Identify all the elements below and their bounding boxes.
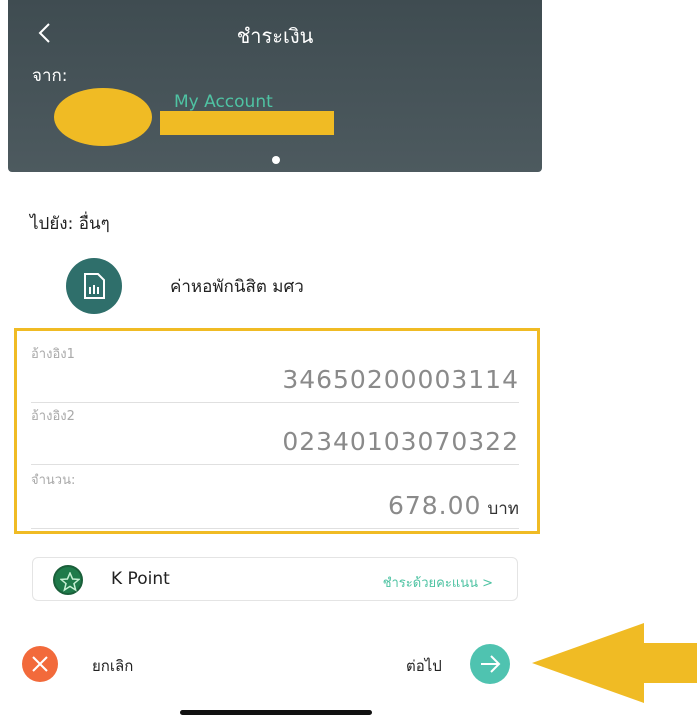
amount-value-group: 678.00 บาท	[388, 491, 519, 522]
annotation-arrow-icon	[532, 623, 697, 703]
kpoint-card[interactable]: K Point ชำระด้วยคะแนน >	[32, 557, 518, 601]
payment-details-box: อ้างอิง1 34650200003114 อ้างอิง2 0234010…	[14, 328, 540, 534]
ref1-value: 34650200003114	[282, 365, 519, 394]
account-avatar	[54, 88, 152, 146]
from-label: จาก:	[32, 66, 68, 86]
ref2-field[interactable]: อ้างอิง2 02340103070322	[31, 405, 519, 465]
amount-label: จำนวน:	[31, 473, 76, 488]
home-indicator	[180, 710, 372, 715]
page-title: ชำระเงิน	[236, 24, 314, 48]
page-indicator-dot	[272, 156, 280, 164]
star-icon	[53, 565, 83, 595]
account-number-redaction	[160, 111, 334, 135]
pay-with-points-link[interactable]: ชำระด้วยคะแนน >	[383, 572, 493, 593]
to-label: ไปยัง: อื่นๆ	[30, 214, 110, 234]
biller-name: ค่าหอพักนิสิต มศว	[170, 277, 304, 297]
field-divider	[31, 464, 519, 465]
close-icon	[22, 646, 58, 682]
arrow-right-icon	[470, 644, 510, 684]
cancel-label: ยกเลิก	[92, 657, 134, 675]
field-divider	[31, 402, 519, 403]
next-label: ต่อไป	[406, 657, 442, 675]
field-divider	[31, 528, 519, 529]
ref2-label: อ้างอิง2	[31, 409, 75, 424]
next-button[interactable]: ต่อไป	[406, 644, 530, 684]
ref1-field[interactable]: อ้างอิง1 34650200003114	[31, 343, 519, 403]
amount-value: 678.00	[387, 491, 482, 520]
bill-document-icon	[66, 258, 122, 314]
amount-field[interactable]: จำนวน: 678.00 บาท	[31, 469, 519, 529]
payment-header: ชำระเงิน จาก: My Account	[8, 0, 542, 172]
cancel-button[interactable]: ยกเลิก	[22, 646, 172, 682]
amount-unit: บาท	[487, 499, 519, 519]
account-name[interactable]: My Account	[174, 92, 273, 112]
kpoint-label: K Point	[111, 569, 170, 589]
ref2-value: 02340103070322	[282, 427, 519, 456]
ref1-label: อ้างอิง1	[31, 347, 75, 362]
